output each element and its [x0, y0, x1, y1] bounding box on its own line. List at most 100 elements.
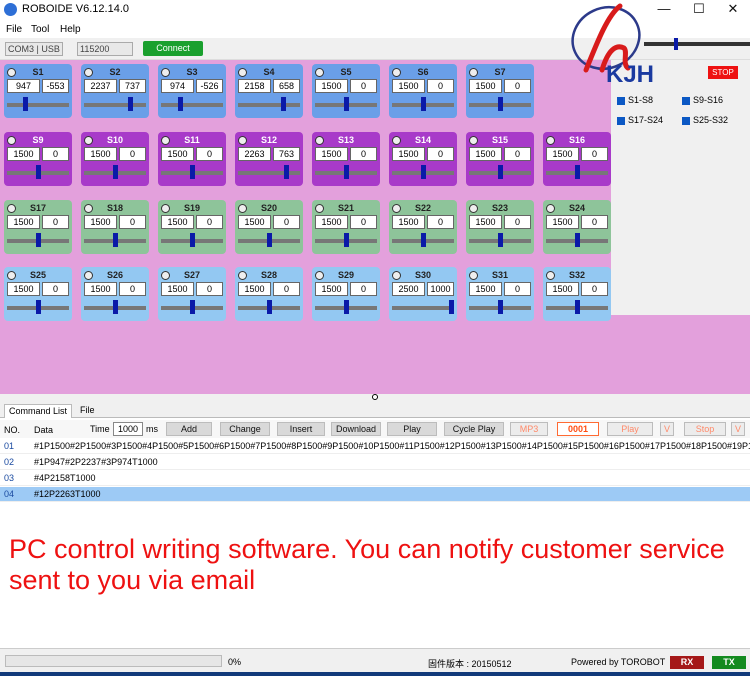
servo-slider-thumb[interactable]: [498, 300, 503, 314]
servo-slider-thumb[interactable]: [498, 165, 503, 179]
servo-pulse-input[interactable]: 1500: [238, 215, 271, 229]
group-checkbox-s1-s8[interactable]: S1-S8: [617, 95, 653, 105]
servo-offset-input[interactable]: 0: [196, 215, 223, 229]
servo-slider-thumb[interactable]: [498, 233, 503, 247]
servo-slider-thumb[interactable]: [449, 300, 454, 314]
servo-pulse-input[interactable]: 1500: [315, 147, 348, 161]
table-row[interactable]: 03 #4P2158T1000: [0, 471, 750, 486]
menu-file[interactable]: File: [6, 24, 22, 35]
servo-offset-input[interactable]: 0: [119, 147, 146, 161]
servo-slider-thumb[interactable]: [421, 97, 426, 111]
servo-pulse-input[interactable]: 2500: [392, 282, 425, 296]
servo-offset-input[interactable]: 0: [504, 147, 531, 161]
port-select[interactable]: COM3 | USB: [5, 42, 63, 56]
servo-slider-thumb[interactable]: [23, 97, 28, 111]
servo-pulse-input[interactable]: 1500: [161, 282, 194, 296]
servo-offset-input[interactable]: 0: [119, 215, 146, 229]
servo-slider-track[interactable]: [238, 103, 300, 107]
volume-button-2[interactable]: V: [731, 422, 745, 436]
servo-pulse-input[interactable]: 1500: [546, 147, 579, 161]
servo-slider-thumb[interactable]: [281, 97, 286, 111]
table-row[interactable]: 02 #1P947#2P2237#3P974T1000: [0, 455, 750, 470]
change-button[interactable]: Change: [220, 422, 270, 436]
table-row-selected[interactable]: 04 #12P2263T1000: [0, 487, 750, 502]
servo-offset-input[interactable]: 0: [581, 147, 608, 161]
servo-offset-input[interactable]: 0: [119, 282, 146, 296]
servo-pulse-input[interactable]: 947: [7, 79, 40, 93]
servo-pulse-input[interactable]: 1500: [7, 147, 40, 161]
servo-slider-thumb[interactable]: [344, 165, 349, 179]
counter-field[interactable]: 0001: [557, 422, 599, 436]
servo-offset-input[interactable]: 0: [427, 215, 454, 229]
servo-slider-thumb[interactable]: [575, 233, 580, 247]
servo-pulse-input[interactable]: 1500: [315, 79, 348, 93]
servo-pulse-input[interactable]: 1500: [469, 282, 502, 296]
add-button[interactable]: Add: [166, 422, 212, 436]
servo-pulse-input[interactable]: 1500: [315, 215, 348, 229]
servo-slider-thumb[interactable]: [190, 300, 195, 314]
servo-offset-input[interactable]: -553: [42, 79, 69, 93]
servo-slider-thumb[interactable]: [344, 300, 349, 314]
servo-slider-thumb[interactable]: [344, 233, 349, 247]
mp3-play-button[interactable]: Play: [607, 422, 653, 436]
servo-offset-input[interactable]: 0: [581, 282, 608, 296]
servo-slider-thumb[interactable]: [113, 300, 118, 314]
servo-pulse-input[interactable]: 1500: [7, 282, 40, 296]
servo-slider-track[interactable]: [392, 306, 454, 310]
servo-offset-input[interactable]: 0: [350, 282, 377, 296]
servo-slider-track[interactable]: [161, 103, 223, 107]
servo-slider-track[interactable]: [7, 103, 69, 107]
servo-slider-thumb[interactable]: [190, 165, 195, 179]
mp3-stop-button[interactable]: Stop: [684, 422, 726, 436]
volume-button-1[interactable]: V: [660, 422, 674, 436]
servo-slider-thumb[interactable]: [421, 165, 426, 179]
servo-pulse-input[interactable]: 974: [161, 79, 194, 93]
servo-pulse-input[interactable]: 1500: [161, 147, 194, 161]
servo-slider-thumb[interactable]: [36, 233, 41, 247]
play-button[interactable]: Play: [387, 422, 437, 436]
servo-offset-input[interactable]: 0: [504, 215, 531, 229]
servo-pulse-input[interactable]: 1500: [84, 215, 117, 229]
servo-pulse-input[interactable]: 1500: [546, 215, 579, 229]
servo-slider-thumb[interactable]: [267, 300, 272, 314]
servo-slider-thumb[interactable]: [113, 165, 118, 179]
splitter-handle-icon[interactable]: [372, 394, 378, 400]
servo-offset-input[interactable]: 763: [273, 147, 300, 161]
servo-slider-thumb[interactable]: [178, 97, 183, 111]
servo-pulse-input[interactable]: 2158: [238, 79, 271, 93]
tab-command-list[interactable]: Command List: [4, 404, 73, 418]
servo-offset-input[interactable]: 0: [42, 215, 69, 229]
servo-offset-input[interactable]: 0: [427, 79, 454, 93]
servo-offset-input[interactable]: 0: [196, 147, 223, 161]
servo-pulse-input[interactable]: 1500: [7, 215, 40, 229]
servo-slider-thumb[interactable]: [36, 165, 41, 179]
servo-pulse-input[interactable]: 1500: [84, 282, 117, 296]
servo-slider-thumb[interactable]: [575, 165, 580, 179]
download-button[interactable]: Download: [331, 422, 381, 436]
servo-offset-input[interactable]: 737: [119, 79, 146, 93]
servo-pulse-input[interactable]: 1500: [469, 147, 502, 161]
servo-offset-input[interactable]: 0: [196, 282, 223, 296]
cycle-play-button[interactable]: Cycle Play: [444, 422, 504, 436]
servo-slider-thumb[interactable]: [267, 233, 272, 247]
servo-slider-thumb[interactable]: [284, 165, 289, 179]
servo-offset-input[interactable]: 0: [42, 282, 69, 296]
servo-slider-thumb[interactable]: [344, 97, 349, 111]
servo-offset-input[interactable]: 0: [273, 215, 300, 229]
group-checkbox-s9-s16[interactable]: S9-S16: [682, 95, 723, 105]
servo-slider-thumb[interactable]: [498, 97, 503, 111]
mp3-button[interactable]: MP3: [510, 422, 548, 436]
servo-offset-input[interactable]: 0: [273, 282, 300, 296]
baud-select[interactable]: 115200: [77, 42, 133, 56]
servo-pulse-input[interactable]: 2237: [84, 79, 117, 93]
servo-slider-thumb[interactable]: [36, 300, 41, 314]
servo-slider-thumb[interactable]: [190, 233, 195, 247]
servo-slider-thumb[interactable]: [575, 300, 580, 314]
servo-offset-input[interactable]: -526: [196, 79, 223, 93]
connect-button[interactable]: Connect: [143, 41, 203, 56]
servo-pulse-input[interactable]: 1500: [238, 282, 271, 296]
servo-pulse-input[interactable]: 1500: [469, 79, 502, 93]
servo-pulse-input[interactable]: 1500: [315, 282, 348, 296]
servo-pulse-input[interactable]: 1500: [469, 215, 502, 229]
servo-pulse-input[interactable]: 1500: [392, 215, 425, 229]
